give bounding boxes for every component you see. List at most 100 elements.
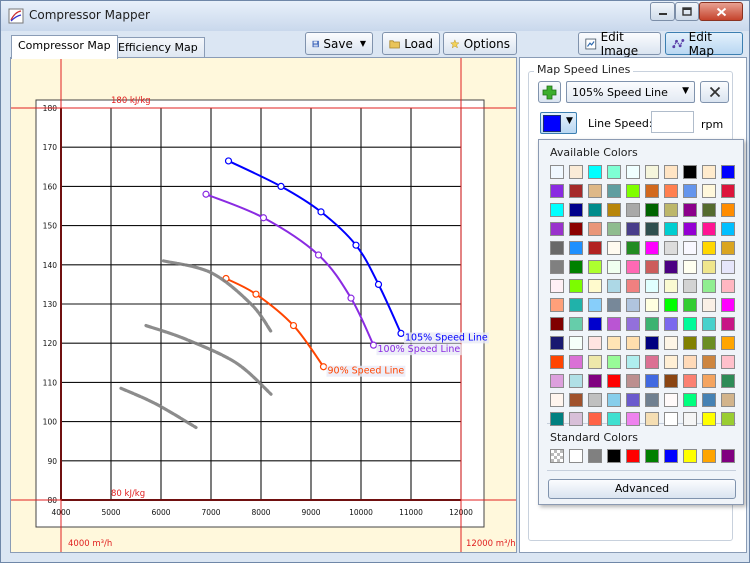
color-swatch[interactable] bbox=[664, 279, 678, 293]
color-swatch[interactable] bbox=[607, 336, 621, 350]
color-swatch[interactable] bbox=[569, 279, 583, 293]
color-swatch[interactable] bbox=[607, 203, 621, 217]
color-swatch[interactable] bbox=[683, 336, 697, 350]
color-swatch[interactable] bbox=[569, 355, 583, 369]
color-swatch[interactable] bbox=[645, 317, 659, 331]
close-button[interactable] bbox=[699, 2, 743, 21]
105-speed-line-point[interactable] bbox=[317, 208, 325, 216]
color-swatch[interactable] bbox=[588, 279, 602, 293]
color-swatch[interactable] bbox=[588, 298, 602, 312]
color-swatch[interactable] bbox=[588, 165, 602, 179]
100-speed-line-point[interactable] bbox=[314, 251, 323, 259]
color-swatch[interactable] bbox=[664, 165, 678, 179]
color-swatch[interactable] bbox=[721, 298, 735, 312]
color-swatch[interactable] bbox=[626, 355, 640, 369]
color-swatch[interactable] bbox=[569, 260, 583, 274]
105-speed-line-point[interactable] bbox=[224, 157, 233, 165]
color-swatch[interactable] bbox=[626, 260, 640, 274]
color-swatch[interactable] bbox=[607, 222, 621, 236]
color-swatch[interactable] bbox=[683, 317, 697, 331]
standard-color-swatch[interactable] bbox=[607, 449, 621, 463]
minimize-button[interactable] bbox=[650, 2, 675, 21]
color-swatch[interactable] bbox=[683, 393, 697, 407]
color-swatch[interactable] bbox=[645, 393, 659, 407]
105-speed-line-point[interactable] bbox=[374, 280, 383, 288]
color-swatch[interactable] bbox=[721, 165, 735, 179]
color-swatch[interactable] bbox=[588, 393, 602, 407]
standard-color-swatch[interactable] bbox=[721, 449, 735, 463]
color-swatch[interactable] bbox=[626, 222, 640, 236]
color-swatch[interactable] bbox=[550, 393, 564, 407]
color-swatch[interactable] bbox=[626, 279, 640, 293]
color-swatch[interactable] bbox=[645, 184, 659, 198]
color-swatch[interactable] bbox=[645, 203, 659, 217]
color-swatch[interactable] bbox=[588, 241, 602, 255]
color-swatch[interactable] bbox=[550, 317, 564, 331]
add-speed-line-button[interactable] bbox=[538, 81, 561, 103]
color-swatch[interactable] bbox=[721, 241, 735, 255]
color-swatch[interactable] bbox=[607, 260, 621, 274]
color-swatch[interactable] bbox=[702, 241, 716, 255]
color-swatch[interactable] bbox=[664, 184, 678, 198]
color-swatch[interactable] bbox=[664, 203, 678, 217]
90-speed-line-point[interactable] bbox=[319, 363, 328, 371]
color-swatch[interactable] bbox=[683, 203, 697, 217]
transparent-color-swatch[interactable] bbox=[550, 449, 564, 463]
color-swatch[interactable] bbox=[721, 374, 735, 388]
standard-color-swatch[interactable] bbox=[588, 449, 602, 463]
color-swatch[interactable] bbox=[569, 165, 583, 179]
90-speed-line-point[interactable] bbox=[252, 290, 260, 298]
color-swatch[interactable] bbox=[550, 298, 564, 312]
standard-color-swatch[interactable] bbox=[683, 449, 697, 463]
color-swatch[interactable] bbox=[664, 393, 678, 407]
color-swatch[interactable] bbox=[645, 336, 659, 350]
line-speed-input[interactable] bbox=[651, 111, 694, 133]
color-swatch[interactable] bbox=[645, 222, 659, 236]
line-color-picker[interactable]: ▼ bbox=[540, 112, 577, 134]
color-swatch[interactable] bbox=[588, 203, 602, 217]
color-swatch[interactable] bbox=[721, 260, 735, 274]
advanced-colors-button[interactable]: Advanced bbox=[548, 479, 736, 499]
standard-color-swatch[interactable] bbox=[626, 449, 640, 463]
color-swatch[interactable] bbox=[588, 260, 602, 274]
color-swatch[interactable] bbox=[645, 298, 659, 312]
tab-efficiency-map[interactable]: Efficiency Map bbox=[111, 37, 205, 58]
color-swatch[interactable] bbox=[702, 317, 716, 331]
color-swatch[interactable] bbox=[550, 355, 564, 369]
color-swatch[interactable] bbox=[702, 298, 716, 312]
color-swatch[interactable] bbox=[664, 260, 678, 274]
compressor-map-chart[interactable]: 4000 5000 6000 7000 8000 9000 10000 11000 120008… bbox=[11, 58, 516, 552]
color-swatch[interactable] bbox=[569, 317, 583, 331]
color-swatch[interactable] bbox=[702, 412, 716, 426]
color-swatch[interactable] bbox=[626, 374, 640, 388]
color-swatch[interactable] bbox=[626, 298, 640, 312]
compressor-map-canvas[interactable]: 4000 5000 6000 7000 8000 9000 10000 11000 12000 8… bbox=[10, 57, 517, 553]
color-swatch[interactable] bbox=[569, 412, 583, 426]
color-swatch[interactable] bbox=[626, 317, 640, 331]
color-swatch[interactable] bbox=[664, 241, 678, 255]
color-swatch[interactable] bbox=[721, 317, 735, 331]
90-speed-line-point[interactable] bbox=[289, 321, 298, 330]
color-swatch[interactable] bbox=[721, 393, 735, 407]
color-swatch[interactable] bbox=[569, 184, 583, 198]
maximize-button[interactable] bbox=[675, 2, 699, 21]
color-swatch[interactable] bbox=[569, 374, 583, 388]
color-swatch[interactable] bbox=[721, 279, 735, 293]
color-swatch[interactable] bbox=[702, 374, 716, 388]
color-swatch[interactable] bbox=[645, 355, 659, 369]
color-swatch[interactable] bbox=[550, 336, 564, 350]
color-swatch[interactable] bbox=[721, 355, 735, 369]
100-speed-line-point[interactable] bbox=[202, 190, 210, 198]
color-swatch[interactable] bbox=[702, 260, 716, 274]
title-bar[interactable]: Compressor Mapper bbox=[1, 1, 749, 31]
color-swatch[interactable] bbox=[569, 203, 583, 217]
color-swatch[interactable] bbox=[702, 279, 716, 293]
color-swatch[interactable] bbox=[569, 393, 583, 407]
color-swatch[interactable] bbox=[607, 165, 621, 179]
color-swatch[interactable] bbox=[588, 412, 602, 426]
color-swatch[interactable] bbox=[626, 241, 640, 255]
standard-color-swatch[interactable] bbox=[664, 449, 678, 463]
100-speed-line-point[interactable] bbox=[369, 341, 378, 349]
color-swatch[interactable] bbox=[626, 203, 640, 217]
color-swatch[interactable] bbox=[645, 374, 659, 388]
